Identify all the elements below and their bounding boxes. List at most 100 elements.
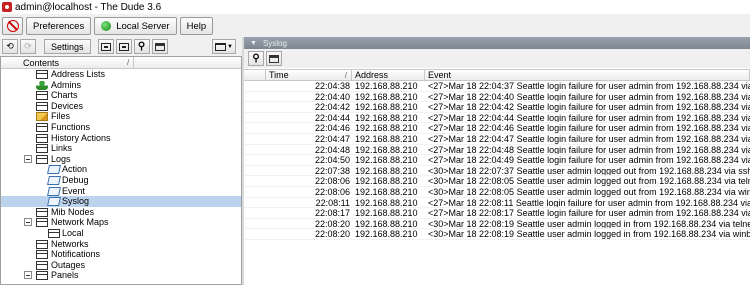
column-header-event[interactable]: Event: [425, 70, 750, 80]
cell-time: 22:04:40: [314, 91, 350, 102]
redo-button[interactable]: ⟳: [20, 39, 36, 54]
cell-time: 22:04:48: [314, 144, 350, 155]
row-gutter: [244, 155, 266, 165]
tree-item[interactable]: Functions: [1, 122, 241, 133]
tree-item[interactable]: Debug: [1, 175, 241, 186]
tree-header-label: Contents: [23, 57, 60, 68]
tree-item[interactable]: Files: [1, 111, 241, 122]
tree-item-label: Network Maps: [51, 217, 109, 228]
table-row[interactable]: 22:04:38 192.168.88.210 <27>Mar 18 22:04:3…: [244, 81, 750, 92]
tree-item[interactable]: Syslog: [1, 196, 241, 207]
cell-address: 192.168.88.210: [355, 218, 418, 229]
table-row[interactable]: 22:08:20 192.168.88.210 <30>Mar 18 22:08:1…: [244, 229, 750, 240]
settings-button[interactable]: Settings: [44, 39, 91, 54]
cell-address: 192.168.88.210: [355, 112, 418, 123]
tree-item[interactable]: Outages: [1, 260, 241, 271]
print-button[interactable]: [151, 39, 168, 54]
cell-address: 192.168.88.210: [355, 123, 418, 133]
tree-item[interactable]: Admins: [1, 80, 241, 91]
preferences-button[interactable]: Preferences: [26, 17, 92, 35]
tree-item[interactable]: Links: [1, 143, 241, 154]
tree-item-label: Panels: [51, 270, 79, 281]
tree-item[interactable]: Event: [1, 186, 241, 197]
find-button[interactable]: ⚲: [133, 39, 150, 54]
row-gutter: [244, 166, 266, 176]
column-header-event-label: Event: [428, 70, 452, 80]
tree-item-label: Event: [62, 185, 86, 196]
row-gutter: [244, 176, 266, 186]
table-row[interactable]: 22:04:47 192.168.88.210 <27>Mar 18 22:04:4…: [244, 134, 750, 145]
table-row[interactable]: 22:04:44 192.168.88.210 <27>Mar 18 22:04:4…: [244, 113, 750, 124]
tree-item-label: Address Lists: [51, 69, 106, 79]
panel-title-bar: ▼ Syslog: [244, 37, 750, 49]
cell-event: <27>Mar 18 22:04:42 Seattle login failur…: [428, 102, 750, 112]
tree-item[interactable]: Logs: [1, 154, 241, 165]
table-row[interactable]: 22:08:06 192.168.88.210 <30>Mar 18 22:08:0…: [244, 176, 750, 187]
table-row[interactable]: 22:04:40 192.168.88.210 <27>Mar 18 22:04:4…: [244, 92, 750, 103]
tree-header[interactable]: Contents /: [1, 57, 241, 69]
undo-button[interactable]: ⟲: [2, 39, 18, 54]
tree-item[interactable]: Panels: [1, 270, 241, 281]
tree-item[interactable]: Mib Nodes: [1, 207, 241, 218]
folder-icon: [48, 228, 60, 238]
table-row[interactable]: 22:04:46 192.168.88.210 <27>Mar 18 22:04:4…: [244, 123, 750, 134]
tree-item[interactable]: Devices: [1, 101, 241, 112]
cell-address: 192.168.88.210: [355, 144, 418, 155]
tree-item[interactable]: Notifications: [1, 249, 241, 260]
tree-item[interactable]: Local: [1, 228, 241, 239]
collapse-toggle-icon[interactable]: [24, 154, 32, 163]
tree-item[interactable]: History Actions: [1, 133, 241, 144]
table-row[interactable]: 22:04:50 192.168.88.210 <27>Mar 18 22:04:4…: [244, 155, 750, 166]
table-row[interactable]: 22:08:06 192.168.88.210 <30>Mar 18 22:08:0…: [244, 187, 750, 198]
table-body: 22:04:38 192.168.88.210 <27>Mar 18 22:04:3…: [244, 81, 750, 240]
disconnect-icon: [6, 20, 19, 32]
import-button[interactable]: [97, 39, 114, 54]
help-button[interactable]: Help: [179, 17, 214, 35]
table-row[interactable]: 22:08:11 192.168.88.210 <27>Mar 18 22:08:1…: [244, 198, 750, 209]
title-bar: admin@localhost - The Dude 3.6: [0, 0, 750, 14]
printer-icon: [269, 54, 279, 63]
layout-menu-button[interactable]: ▼: [212, 39, 236, 54]
syslog-panel: ▼ Syslog ⚲ Time / Address Event 22:04:38…: [244, 37, 750, 285]
row-gutter: [244, 102, 266, 112]
cell-event: <27>Mar 18 22:08:17 Seattle login failur…: [428, 208, 750, 218]
export-button[interactable]: [115, 39, 132, 54]
column-header-address[interactable]: Address: [352, 70, 425, 80]
tree-body: Address Lists Admins Charts Devices Files Fun…: [1, 69, 241, 281]
doc-icon: [47, 175, 61, 185]
tree-item[interactable]: Action: [1, 164, 241, 175]
tree-item-label: Logs: [51, 153, 71, 164]
panel-find-button[interactable]: ⚲: [248, 51, 264, 66]
panel-print-button[interactable]: [266, 51, 282, 66]
tree-item[interactable]: Address Lists: [1, 69, 241, 80]
table-row[interactable]: 22:07:38 192.168.88.210 <30>Mar 18 22:07:3…: [244, 166, 750, 177]
collapse-icon[interactable]: ▼: [250, 40, 257, 47]
panel-title: Syslog: [262, 38, 287, 48]
row-gutter: [244, 134, 266, 144]
tree-item[interactable]: Network Maps: [1, 217, 241, 228]
tree-item[interactable]: Charts: [1, 90, 241, 101]
syslog-table: Time / Address Event 22:04:38 192.168.88.…: [244, 69, 750, 240]
cell-address: 192.168.88.210: [355, 165, 418, 176]
local-server-button[interactable]: Local Server: [94, 17, 177, 35]
cell-time: 22:04:44: [314, 112, 350, 123]
binoculars-icon: ⚲: [137, 41, 146, 52]
disconnect-button[interactable]: [2, 17, 23, 35]
column-header-time[interactable]: Time /: [266, 70, 352, 80]
cell-event: <30>Mar 18 22:08:05 Seattle user admin l…: [428, 176, 750, 186]
table-row[interactable]: 22:04:42 192.168.88.210 <27>Mar 18 22:04:4…: [244, 102, 750, 113]
table-header: Time / Address Event: [244, 69, 750, 81]
export-icon: [118, 42, 129, 51]
collapse-toggle-icon[interactable]: [24, 271, 32, 280]
collapse-toggle-icon[interactable]: [24, 218, 32, 227]
tree-item-label: Action: [62, 164, 88, 175]
cell-event: <27>Mar 18 22:04:37 Seattle login failur…: [428, 81, 750, 91]
table-row[interactable]: 22:04:48 192.168.88.210 <27>Mar 18 22:04:4…: [244, 145, 750, 156]
table-row[interactable]: 22:08:17 192.168.88.210 <27>Mar 18 22:08:1…: [244, 208, 750, 219]
cell-time: 22:08:06: [314, 176, 350, 186]
folder-icon: [36, 260, 48, 270]
tree-item[interactable]: Networks: [1, 239, 241, 250]
cell-event: <27>Mar 18 22:04:47 Seattle login failur…: [428, 133, 750, 144]
cell-time: 22:04:42: [314, 102, 350, 112]
table-row[interactable]: 22:08:20 192.168.88.210 <30>Mar 18 22:08:1…: [244, 219, 750, 230]
